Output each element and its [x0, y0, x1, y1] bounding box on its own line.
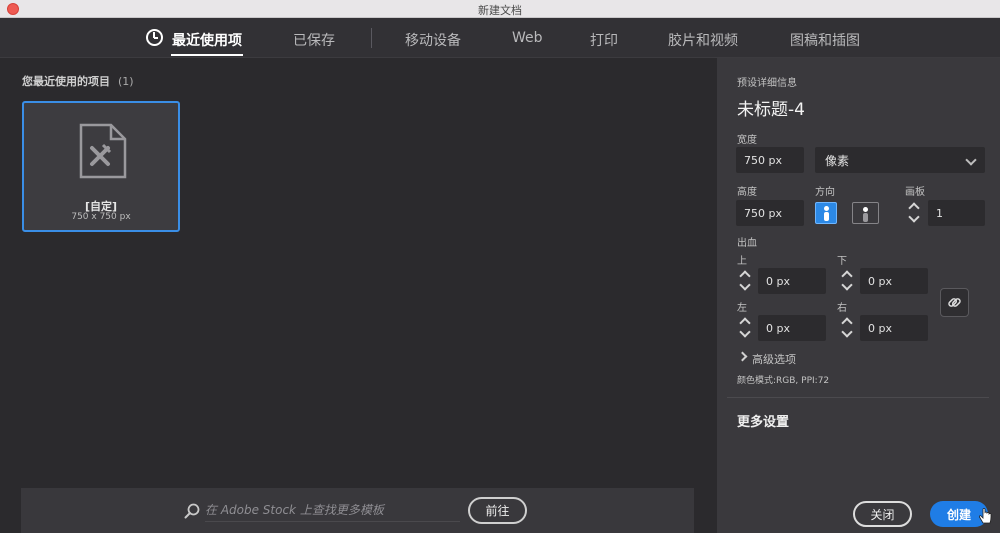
link-icon [948, 298, 961, 307]
bleed-top-stepper-icon[interactable] [738, 268, 752, 294]
tab-mobile[interactable]: 移动设备 [405, 30, 461, 50]
portrait-orientation-button[interactable] [815, 202, 837, 224]
landscape-icon [863, 207, 868, 222]
tab-label: 最近使用项 [172, 33, 242, 49]
bleed-top-label: 上 [737, 256, 747, 267]
window-title: 新建文档 [478, 4, 522, 17]
active-tab-underline [171, 54, 243, 56]
clock-icon [146, 29, 163, 46]
landscape-orientation-button[interactable] [852, 202, 879, 224]
bleed-right-label: 右 [837, 303, 847, 314]
tab-film-video[interactable]: 胶片和视频 [668, 30, 738, 50]
bleed-bottom-stepper-icon[interactable] [840, 268, 854, 294]
portrait-icon [824, 206, 829, 221]
bleed-top-input[interactable] [758, 268, 826, 294]
cursor-icon [979, 508, 992, 524]
bleed-label: 出血 [737, 238, 757, 249]
chevron-down-icon [965, 154, 977, 166]
more-settings-button[interactable]: 更多设置 [737, 411, 789, 430]
recent-preset-card[interactable]: [自定] 750 x 750 px [22, 101, 180, 232]
advanced-options-toggle[interactable]: 高级选项 [752, 351, 796, 367]
bleed-bottom-label: 下 [837, 256, 847, 267]
units-value: 像素 [825, 154, 850, 168]
recent-items-title: 您最近使用的项目 [22, 75, 110, 88]
bleed-left-label: 左 [737, 303, 747, 314]
bleed-right-stepper-icon[interactable] [840, 315, 854, 341]
height-input[interactable] [736, 200, 804, 226]
bleed-left-stepper-icon[interactable] [738, 315, 752, 341]
tab-web[interactable]: Web [512, 30, 543, 46]
bleed-right-input[interactable] [860, 315, 928, 341]
panel-divider [727, 397, 989, 398]
close-button[interactable]: 关闭 [853, 501, 912, 527]
preset-details-label: 预设详细信息 [737, 78, 797, 89]
link-bleed-button[interactable] [940, 288, 969, 317]
artboards-stepper-icon[interactable] [907, 200, 921, 226]
tab-saved[interactable]: 已保存 [293, 30, 335, 50]
bleed-left-input[interactable] [758, 315, 826, 341]
width-label: 宽度 [737, 135, 757, 146]
recent-items-header: 您最近使用的项目 (1) [22, 73, 134, 89]
tab-print[interactable]: 打印 [590, 30, 618, 50]
orientation-label: 方向 [815, 187, 835, 198]
color-mode-info: 颜色模式:RGB, PPI:72 [737, 376, 830, 386]
tab-art-illustration[interactable]: 图稿和插图 [790, 30, 860, 50]
height-label: 高度 [737, 187, 757, 198]
document-name-input[interactable] [737, 97, 977, 117]
preset-size: 750 x 750 px [71, 212, 131, 222]
tab-recent[interactable]: 最近使用项 [171, 30, 243, 56]
units-dropdown[interactable]: 像素 [815, 147, 985, 173]
document-preset-icon [79, 123, 127, 179]
go-button[interactable]: 前往 [468, 497, 527, 524]
stock-search-input[interactable] [205, 498, 460, 522]
artboards-input[interactable] [928, 200, 985, 226]
search-icon [184, 503, 200, 519]
bleed-bottom-input[interactable] [860, 268, 928, 294]
artboards-label: 画板 [905, 187, 925, 198]
recent-items-count: (1) [118, 75, 134, 88]
window-titlebar: 新建文档 [0, 0, 1000, 18]
width-input[interactable] [736, 147, 804, 173]
tab-separator [371, 28, 372, 48]
